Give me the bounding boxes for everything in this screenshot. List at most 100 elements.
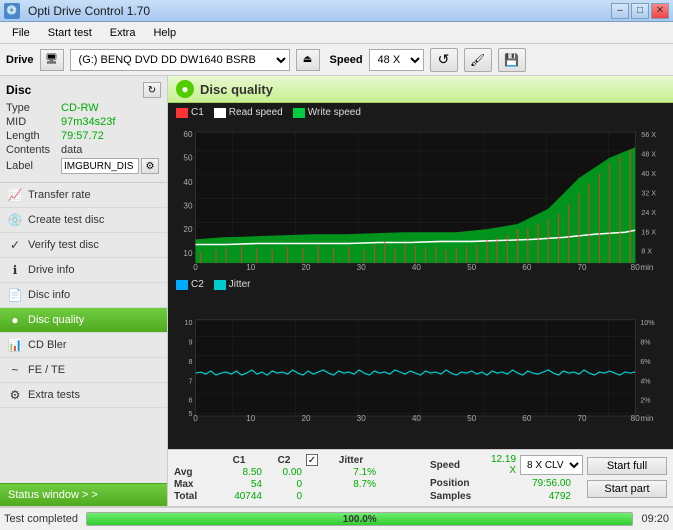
legend-write-speed-box [293,108,305,118]
svg-text:50: 50 [183,154,193,163]
sidebar-item-disc-quality[interactable]: ● Disc quality [0,308,167,333]
disc-type-label: Type [6,102,61,114]
disc-contents-value: data [61,144,82,156]
erase-button[interactable]: 🖌 [464,48,492,72]
refresh-button[interactable]: ↺ [430,48,458,72]
disc-label-button[interactable]: ⚙ [141,158,159,174]
position-label: Position [430,478,485,489]
total-c2: 0 [266,491,302,502]
disc-label-input[interactable] [61,158,139,174]
avg-c2: 0.00 [266,467,302,478]
sidebar-item-fe-te[interactable]: ~ FE / TE [0,358,167,383]
sidebar-item-cd-bler[interactable]: 📊 CD Bler [0,333,167,358]
svg-text:30: 30 [357,263,367,272]
fe-te-icon: ~ [8,363,22,377]
drivebar: Drive 🖥 (G:) BENQ DVD DD DW1640 BSRB ⏏ S… [0,44,673,76]
nav-label-cd-bler: CD Bler [28,339,67,351]
drive-icon: 🖥 [40,49,64,71]
disc-mid-value: 97m34s23f [61,116,161,128]
drive-info-icon: ℹ [8,263,22,277]
disc-quality-header: ● Disc quality [168,76,673,103]
speed-select[interactable]: 48 X [369,49,424,71]
svg-text:70: 70 [578,414,588,423]
svg-text:30: 30 [357,414,367,423]
sidebar-item-create-test-disc[interactable]: 💿 Create test disc [0,208,167,233]
main-container: Disc ↻ Type CD-RW MID 97m34s23f Length 7… [0,76,673,506]
menu-help[interactable]: Help [145,25,184,41]
jitter-checkbox[interactable]: ✓ [306,454,318,466]
svg-text:40: 40 [183,178,193,187]
svg-text:20: 20 [301,414,311,423]
nav-label-extra-tests: Extra tests [28,389,80,401]
maximize-button[interactable]: □ [631,3,649,19]
svg-text:50: 50 [467,263,477,272]
progress-bar [87,513,632,525]
stats-panel: C1 C2 ✓ Jitter Avg 8.50 0.00 7.1% Max 54… [168,449,673,506]
nav-items: 📈 Transfer rate 💿 Create test disc ✓ Ver… [0,183,167,483]
svg-text:32 X: 32 X [641,189,656,197]
clv-select[interactable]: 8 X CLV [520,455,583,475]
disc-quality-title: Disc quality [200,82,273,97]
svg-text:10: 10 [246,414,256,423]
drive-select[interactable]: (G:) BENQ DVD DD DW1640 BSRB [70,49,290,71]
status-window-button[interactable]: Status window > > [0,483,167,506]
status-window-label: Status window > > [8,489,98,501]
nav-label-drive-info: Drive info [28,264,74,276]
disc-quality-icon-badge: ● [176,80,194,98]
disc-mid-label: MID [6,116,61,128]
close-button[interactable]: ✕ [651,3,669,19]
legend-jitter-box [214,280,226,290]
svg-text:40: 40 [412,414,422,423]
sidebar-item-drive-info[interactable]: ℹ Drive info [0,258,167,283]
speed-value: 12.19 X [491,454,516,476]
svg-text:6: 6 [189,397,193,405]
disc-info-icon: 📄 [8,288,22,302]
menu-start-test[interactable]: Start test [40,25,100,41]
statusbar: Test completed 100.0% 09:20 [0,506,673,530]
disc-quality-icon: ● [8,313,22,327]
avg-jitter: 7.1% [326,467,376,478]
sidebar-item-verify-test-disc[interactable]: ✓ Verify test disc [0,233,167,258]
speed-label: Speed [430,460,485,471]
nav-label-create-test-disc: Create test disc [28,214,104,226]
total-c1: 40744 [216,491,262,502]
legend-write-speed-label: Write speed [308,107,361,118]
svg-text:60: 60 [522,414,532,423]
minimize-button[interactable]: – [611,3,629,19]
svg-text:30: 30 [183,202,193,211]
menu-file[interactable]: File [4,25,38,41]
legend-c2-label: C2 [191,279,204,290]
avg-label: Avg [174,467,212,478]
titlebar: 💿 Opti Drive Control 1.70 – □ ✕ [0,0,673,22]
sidebar-item-transfer-rate[interactable]: 📈 Transfer rate [0,183,167,208]
svg-text:50: 50 [467,414,477,423]
svg-text:7: 7 [189,377,193,385]
svg-text:0: 0 [193,263,198,272]
sidebar-item-disc-info[interactable]: 📄 Disc info [0,283,167,308]
svg-text:0: 0 [193,414,198,423]
position-value: 79:56.00 [491,478,571,489]
status-text: Test completed [4,513,78,525]
svg-text:16 X: 16 X [641,228,656,236]
svg-text:24 X: 24 X [641,209,656,217]
legend-c1: C1 [176,107,204,118]
menu-extra[interactable]: Extra [102,25,144,41]
lower-legend: C2 Jitter [168,277,673,292]
col-c1-header: C1 [216,455,262,466]
lower-chart: 10 9 8 7 6 5 10% 8% 6% 4% 2% 0 10 [170,292,671,449]
transfer-rate-icon: 📈 [8,188,22,202]
save-button[interactable]: 💾 [498,48,526,72]
disc-refresh-button[interactable]: ↻ [143,82,161,98]
svg-text:80: 80 [631,414,641,423]
create-test-disc-icon: 💿 [8,213,22,227]
max-jitter: 8.7% [326,479,376,490]
nav-label-transfer-rate: Transfer rate [28,189,91,201]
eject-button[interactable]: ⏏ [296,49,320,71]
progress-bar-container [86,512,633,526]
nav-label-verify-test-disc: Verify test disc [28,239,99,251]
start-part-button[interactable]: Start part [587,480,667,498]
sidebar-item-extra-tests[interactable]: ⚙ Extra tests [0,383,167,408]
nav-label-disc-quality: Disc quality [28,314,84,326]
samples-label: Samples [430,491,485,502]
start-full-button[interactable]: Start full [587,457,667,475]
